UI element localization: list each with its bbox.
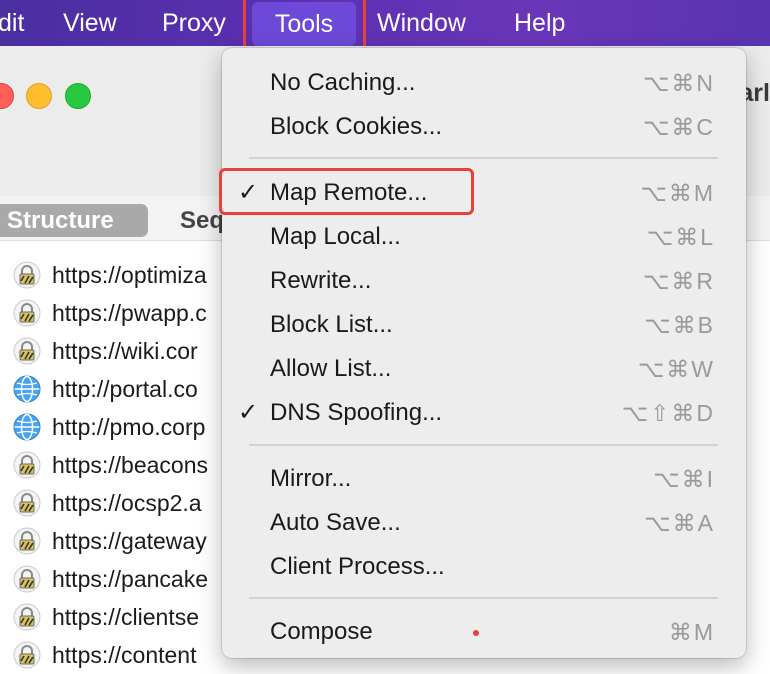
shortcut-label: ⌥⌘R — [642, 268, 715, 294]
menu-help[interactable]: Help — [514, 0, 565, 46]
host-url: https://pwapp.c — [52, 300, 207, 326]
checkmark-icon: ✓ — [238, 399, 259, 426]
menu-item-block-cookies[interactable]: Block Cookies... ⌥⌘C — [222, 105, 746, 149]
lock-icon — [13, 489, 41, 517]
menu-item-label: Map Local... — [270, 223, 401, 250]
menu-edit[interactable]: dit — [0, 0, 24, 46]
zoom-window-button[interactable] — [65, 83, 91, 109]
menu-item-compose[interactable]: Compose ⌘M — [222, 610, 746, 654]
lock-icon — [13, 565, 41, 593]
menu-window[interactable]: Window — [377, 0, 466, 46]
menu-item-no-caching[interactable]: No Caching... ⌥⌘N — [222, 61, 746, 105]
lock-icon — [13, 451, 41, 479]
menu-item-label: Block Cookies... — [270, 113, 443, 140]
menu-item-label: Client Process... — [270, 553, 445, 580]
lock-icon — [13, 299, 41, 327]
menu-item-dns-spoofing[interactable]: ✓ DNS Spoofing... ⌥⇧⌘D — [222, 391, 746, 435]
lock-icon — [13, 641, 41, 669]
tab-sequence[interactable]: Seq — [180, 204, 224, 237]
shortcut-label: ⌘M — [668, 619, 715, 645]
shortcut-label: ⌥⌘L — [646, 224, 715, 250]
shortcut-label: ⌥⌘B — [644, 312, 715, 338]
host-url: https://content — [52, 642, 197, 668]
shortcut-label: ⌥⌘W — [637, 356, 715, 382]
host-url: https://beacons — [52, 452, 208, 478]
globe-icon — [13, 413, 41, 441]
menu-item-map-remote[interactable]: ✓ Map Remote... ⌥⌘M — [222, 171, 746, 215]
menu-item-label: Allow List... — [270, 355, 392, 382]
menu-item-label: DNS Spoofing... — [270, 399, 443, 426]
tools-menu: No Caching... ⌥⌘N Block Cookies... ⌥⌘C ✓… — [222, 48, 746, 658]
lock-icon — [13, 527, 41, 555]
menu-item-block-list[interactable]: Block List... ⌥⌘B — [222, 303, 746, 347]
shortcut-label: ⌥⌘M — [640, 180, 715, 206]
menu-item-label: Compose — [270, 618, 373, 645]
menu-separator — [249, 157, 718, 159]
host-url: http://pmo.corp — [52, 414, 206, 440]
lock-icon — [13, 261, 41, 289]
menu-item-label: Rewrite... — [270, 267, 372, 294]
tab-structure[interactable]: Structure — [0, 204, 148, 237]
shortcut-label: ⌥⌘I — [653, 466, 715, 492]
menu-item-client-process[interactable]: Client Process... — [222, 545, 746, 589]
red-dot-marker — [473, 630, 479, 636]
menu-item-map-local[interactable]: Map Local... ⌥⌘L — [222, 215, 746, 259]
menu-item-rewrite[interactable]: Rewrite... ⌥⌘R — [222, 259, 746, 303]
menu-item-allow-list[interactable]: Allow List... ⌥⌘W — [222, 347, 746, 391]
host-url: https://wiki.cor — [52, 338, 198, 364]
host-url: https://ocsp2.a — [52, 490, 202, 516]
menu-item-auto-save[interactable]: Auto Save... ⌥⌘A — [222, 501, 746, 545]
menu-item-label: No Caching... — [270, 69, 416, 96]
host-url: https://optimiza — [52, 262, 207, 288]
host-url: https://clientse — [52, 604, 200, 630]
host-url: https://gateway — [52, 528, 207, 554]
menu-item-label: Auto Save... — [270, 509, 401, 536]
menu-bar: dit View Proxy Tools Window Help — [0, 0, 770, 46]
close-window-button[interactable] — [0, 83, 14, 109]
menu-separator — [249, 444, 718, 446]
globe-icon — [13, 375, 41, 403]
menu-item-label: Block List... — [270, 311, 393, 338]
checkmark-icon: ✓ — [238, 179, 259, 206]
menu-separator — [249, 597, 718, 599]
menu-item-label: Mirror... — [270, 465, 352, 492]
shortcut-label: ⌥⇧⌘D — [621, 400, 715, 426]
menu-item-mirror[interactable]: Mirror... ⌥⌘I — [222, 457, 746, 501]
shortcut-label: ⌥⌘C — [642, 114, 715, 140]
menu-view[interactable]: View — [63, 0, 117, 46]
shortcut-label: ⌥⌘A — [644, 510, 715, 536]
lock-icon — [13, 603, 41, 631]
shortcut-label: ⌥⌘N — [642, 70, 715, 96]
host-url: https://pancake — [52, 566, 208, 592]
lock-icon — [13, 337, 41, 365]
minimize-window-button[interactable] — [26, 83, 52, 109]
menu-tools[interactable]: Tools — [252, 2, 356, 46]
host-url: http://portal.co — [52, 376, 198, 402]
menu-item-label: Map Remote... — [270, 179, 428, 206]
menu-proxy[interactable]: Proxy — [162, 0, 226, 46]
